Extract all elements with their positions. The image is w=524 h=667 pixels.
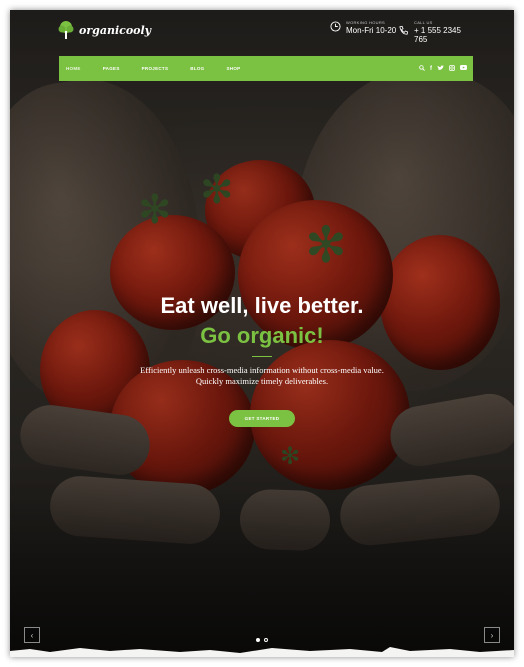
slider-prev-button[interactable]: ‹ xyxy=(24,627,40,643)
nav-item-shop[interactable]: SHOP xyxy=(226,66,240,71)
nav-item-home[interactable]: HOME xyxy=(66,66,81,71)
search-icon[interactable] xyxy=(419,64,425,73)
slider-next-button[interactable]: › xyxy=(484,627,500,643)
top-bar: organicooly WORKING HOURS Mon-Fri 10-20 … xyxy=(57,18,467,48)
torn-paper-edge xyxy=(10,647,514,657)
nav-item-projects[interactable]: PROJECTS xyxy=(142,66,169,71)
slider-dot[interactable] xyxy=(264,638,268,642)
phone-icon xyxy=(398,25,409,39)
clock-icon xyxy=(329,20,341,35)
working-hours-value: Mon-Fri 10-20 xyxy=(346,26,397,35)
hero-divider xyxy=(252,356,272,357)
chevron-right-icon: › xyxy=(490,630,494,640)
slider-dots xyxy=(256,638,268,642)
hero-subtitle-line-1: Efficiently unleash cross-media informat… xyxy=(140,365,384,375)
twitter-icon[interactable] xyxy=(437,64,444,73)
get-started-button[interactable]: GET STARTED xyxy=(229,410,295,427)
phone-number[interactable]: + 1 555 2345 765 xyxy=(414,26,467,44)
logo[interactable]: organicooly xyxy=(57,20,151,40)
hero-subtitle-line-2: Quickly maximize timely deliverables. xyxy=(195,376,329,386)
logo-text: organicooly xyxy=(79,23,152,37)
page-frame: ✻ ✻ ✻ ✻ organicooly xyxy=(10,10,514,657)
youtube-icon[interactable] xyxy=(460,65,467,72)
working-hours-label: WORKING HOURS xyxy=(346,20,386,25)
hero-headline: Eat well, live better. xyxy=(160,293,364,318)
nav-icons: f xyxy=(419,56,467,81)
nav-item-blog[interactable]: BLOG xyxy=(190,66,204,71)
main-nav: HOME PAGES PROJECTS BLOG SHOP f xyxy=(59,56,473,81)
call-us-label: CALL US xyxy=(414,20,433,25)
nav-item-pages[interactable]: PAGES xyxy=(103,66,120,71)
facebook-icon[interactable]: f xyxy=(430,66,432,72)
hero-headline-accent: Go organic! xyxy=(200,323,324,348)
slider-dot-active[interactable] xyxy=(256,638,260,642)
tree-icon xyxy=(57,20,75,40)
working-hours: WORKING HOURS Mon-Fri 10-20 xyxy=(329,20,396,35)
instagram-icon[interactable] xyxy=(449,64,455,73)
call-us: CALL US + 1 555 2345 765 xyxy=(398,20,467,44)
chevron-left-icon: ‹ xyxy=(30,630,34,640)
